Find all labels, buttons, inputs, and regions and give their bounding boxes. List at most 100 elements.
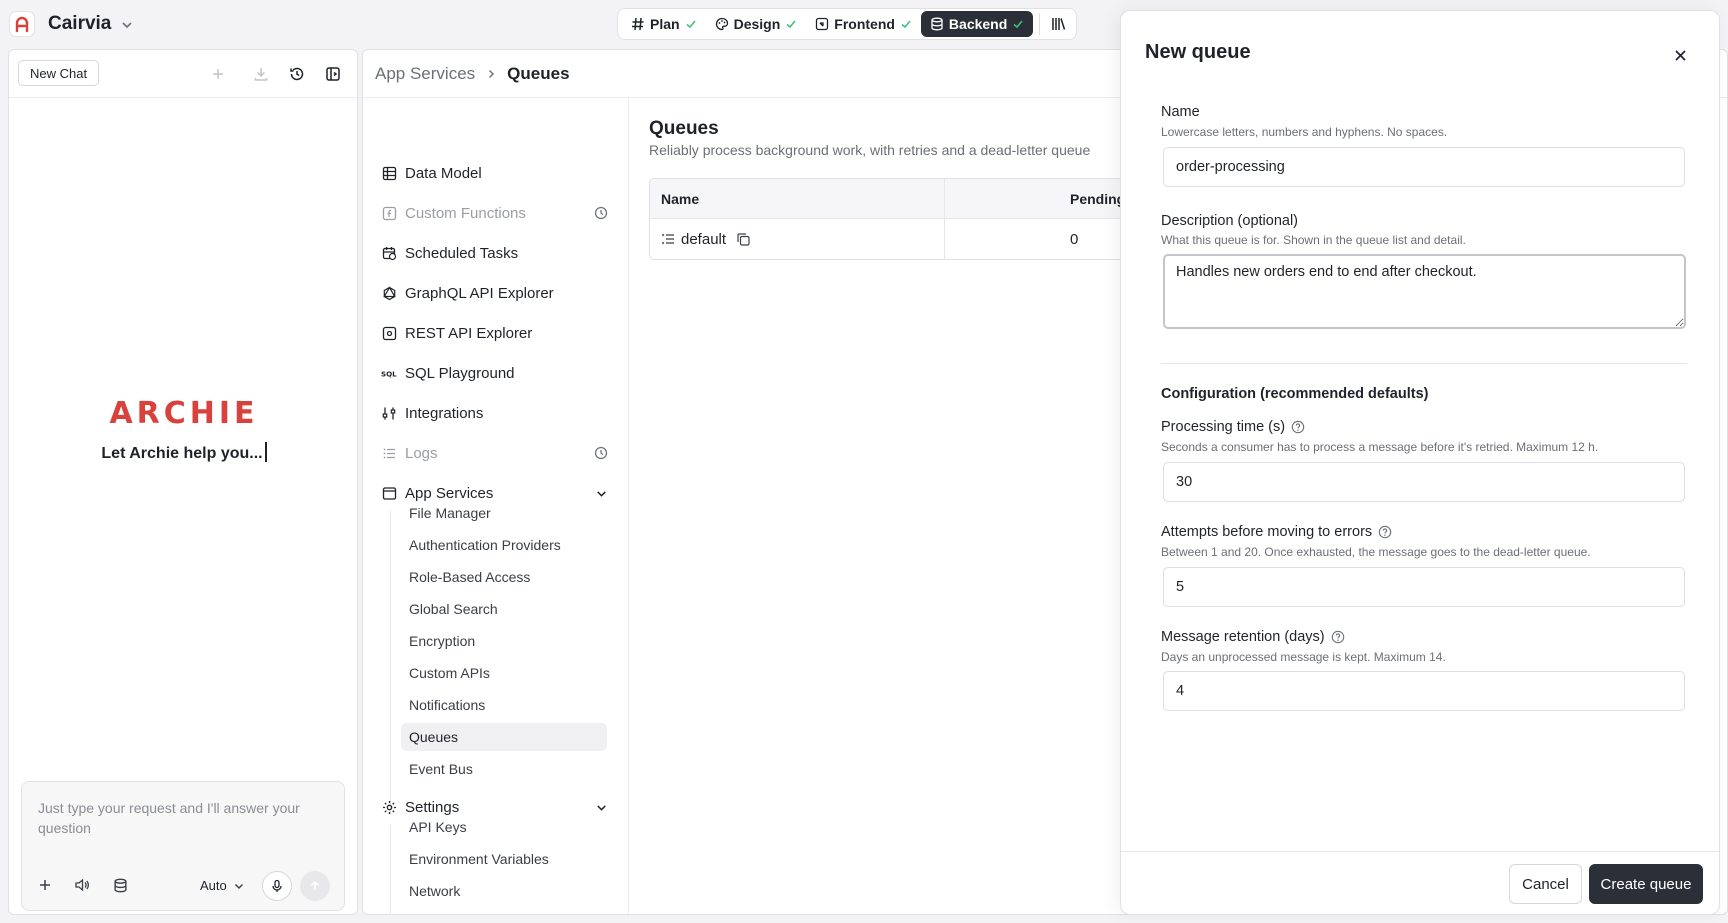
microphone-button[interactable]	[262, 871, 292, 901]
nav-item-logs[interactable]: Logs	[381, 441, 438, 465]
app-name[interactable]: Cairvia	[48, 13, 111, 35]
sub-item-env-variables[interactable]: Environment Variables	[401, 845, 607, 873]
check-icon	[901, 20, 911, 29]
speaker-icon[interactable]	[73, 876, 91, 894]
sidebar-toggle-icon[interactable]	[324, 65, 342, 83]
new-chat-button[interactable]: New Chat	[18, 60, 100, 86]
calendar-clock-icon	[381, 245, 397, 261]
archie-logo: ARCHIE	[109, 396, 259, 431]
history-icon[interactable]	[288, 65, 306, 83]
name-label: Name	[1161, 104, 1200, 120]
processing-time-input[interactable]	[1163, 462, 1685, 502]
sub-item-queues[interactable]: Queues	[401, 723, 607, 751]
chat-panel: New Chat ARCHIE Let Archie help you... J…	[8, 49, 358, 915]
app-logo-icon[interactable]	[9, 11, 35, 37]
nav-item-label: Integrations	[405, 404, 484, 422]
sub-item-network[interactable]: Network	[401, 877, 607, 905]
library-icon[interactable]	[1046, 11, 1072, 37]
processing-time-help: Seconds a consumer has to process a mess…	[1161, 440, 1599, 454]
workflow-stepper: Plan Design Frontend Backend	[617, 8, 1078, 40]
svg-text:SQL: SQL	[381, 369, 397, 378]
submenu-rail	[390, 511, 391, 815]
name-help: Lowercase letters, numbers and hyphens. …	[1161, 125, 1448, 139]
retention-input[interactable]	[1163, 671, 1685, 711]
help-icon[interactable]	[1378, 525, 1392, 539]
description-help: What this queue is for. Shown in the que…	[1161, 233, 1466, 247]
chevron-right-icon	[489, 69, 495, 78]
table-cell-name: default	[650, 219, 945, 259]
description-textarea[interactable]: Handles new orders end to end after chec…	[1163, 254, 1686, 329]
nav-item-integrations[interactable]: Integrations	[381, 401, 483, 425]
sub-item-encryption[interactable]: Encryption	[401, 627, 607, 655]
attach-plus-icon[interactable]	[36, 876, 54, 894]
retention-help: Days an unprocessed message is kept. Max…	[1161, 650, 1446, 664]
function-icon	[381, 205, 397, 221]
step-label: Plan	[650, 16, 680, 32]
integrations-icon	[381, 405, 397, 421]
attempts-input[interactable]	[1163, 567, 1685, 607]
database-icon[interactable]	[111, 876, 129, 894]
check-icon	[1013, 20, 1023, 29]
chat-input[interactable]: Just type your request and I'll answer y…	[38, 798, 328, 838]
page-subtitle: Reliably process background work, with r…	[649, 142, 1091, 158]
queue-name[interactable]: default	[681, 231, 726, 248]
nav-item-label: Scheduled Tasks	[405, 244, 519, 262]
retention-label: Message retention (days)	[1161, 629, 1345, 645]
sub-item-api-keys[interactable]: API Keys	[401, 813, 607, 841]
processing-time-label-text: Processing time (s)	[1161, 419, 1286, 435]
secondary-nav: Data Model Custom Functions Scheduled Ta…	[363, 98, 629, 914]
sub-item-notifications[interactable]: Notifications	[401, 691, 607, 719]
chevron-down-icon[interactable]	[120, 18, 134, 32]
drawer-title: New queue	[1145, 41, 1251, 63]
step-backend[interactable]: Backend	[920, 11, 1034, 37]
clock-icon	[593, 205, 609, 221]
chevron-down-icon	[234, 883, 243, 889]
name-input[interactable]	[1163, 147, 1685, 187]
drawer-footer-divider	[1121, 851, 1719, 852]
sub-item-event-bus[interactable]: Event Bus	[401, 755, 607, 783]
archie-tagline: Let Archie help you...	[9, 442, 359, 463]
mode-select[interactable]: Auto	[200, 878, 245, 893]
step-design[interactable]: Design	[706, 11, 807, 37]
step-plan[interactable]: Plan	[622, 11, 706, 37]
step-frontend[interactable]: Frontend	[806, 11, 921, 37]
description-label: Description (optional)	[1161, 213, 1299, 229]
sub-item-file-manager[interactable]: File Manager	[401, 499, 607, 527]
nav-item-custom-functions[interactable]: Custom Functions	[381, 201, 526, 225]
nav-item-label: REST API Explorer	[405, 324, 533, 342]
help-icon[interactable]	[1331, 630, 1345, 644]
palette-icon	[715, 17, 728, 31]
plus-icon[interactable]	[209, 65, 227, 83]
chat-input-box[interactable]: Just type your request and I'll answer y…	[21, 781, 345, 911]
frontend-icon	[816, 17, 829, 31]
list-icon	[381, 445, 397, 461]
api-icon	[381, 325, 397, 341]
sub-item-global-search[interactable]: Global Search	[401, 595, 607, 623]
nav-item-scheduled-tasks[interactable]: Scheduled Tasks	[381, 241, 518, 265]
nav-item-sql-playground[interactable]: SQL SQL Playground	[381, 361, 515, 385]
copy-icon[interactable]	[736, 232, 751, 247]
sub-item-auth-providers[interactable]: Authentication Providers	[401, 531, 607, 559]
help-icon[interactable]	[1291, 420, 1305, 434]
cancel-button[interactable]: Cancel	[1509, 864, 1582, 904]
database-icon	[931, 17, 943, 31]
new-queue-drawer: New queue Name Lowercase letters, number…	[1120, 10, 1720, 915]
download-icon[interactable]	[252, 65, 270, 83]
page-title: Queues	[649, 118, 719, 139]
create-queue-button[interactable]: Create queue	[1589, 864, 1703, 904]
send-button[interactable]	[300, 871, 330, 901]
nav-item-graphql-explorer[interactable]: GraphQL API Explorer	[381, 281, 554, 305]
nav-item-data-model[interactable]: Data Model	[381, 161, 482, 185]
attempts-help: Between 1 and 20. Once exhausted, the me…	[1161, 545, 1591, 559]
sub-item-custom-apis[interactable]: Custom APIs	[401, 659, 607, 687]
column-header-name[interactable]: Name	[650, 179, 945, 218]
breadcrumb-root[interactable]: App Services	[375, 64, 475, 84]
chat-header: New Chat	[9, 50, 357, 98]
microphone-icon	[272, 879, 282, 892]
close-icon[interactable]	[1671, 46, 1689, 64]
nav-item-rest-explorer[interactable]: REST API Explorer	[381, 321, 532, 345]
attempts-label: Attempts before moving to errors	[1161, 524, 1392, 540]
gear-icon	[381, 799, 397, 815]
sub-item-role-based-access[interactable]: Role-Based Access	[401, 563, 607, 591]
nav-item-label: Data Model	[405, 164, 482, 182]
